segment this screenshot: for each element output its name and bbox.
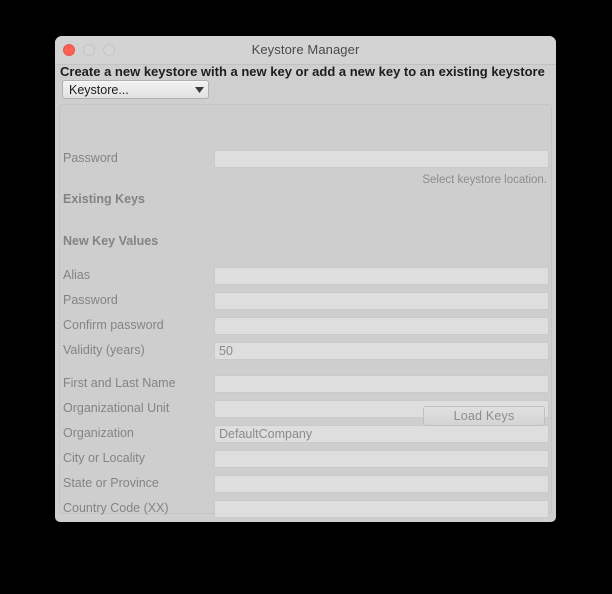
row-keystore-password: Password — [60, 149, 551, 171]
confirm-password-label: Confirm password — [63, 318, 164, 332]
row-city-or-locality: City or Locality — [60, 449, 551, 471]
row-confirm-password: Confirm password — [60, 316, 551, 338]
row-organization: Organization DefaultCompany — [60, 424, 551, 446]
keystore-password-label: Password — [63, 151, 118, 165]
new-key-values-heading: New Key Values — [63, 234, 159, 248]
city-or-locality-input[interactable] — [214, 450, 549, 468]
existing-keys-heading: Existing Keys — [63, 192, 145, 206]
alias-label: Alias — [63, 268, 91, 282]
row-new-password: Password — [60, 291, 551, 313]
row-state-or-province: State or Province — [60, 474, 551, 496]
new-password-input[interactable] — [214, 292, 549, 310]
organizational-unit-label: Organizational Unit — [63, 401, 170, 415]
confirm-password-input[interactable] — [214, 317, 549, 335]
row-first-last-name: First and Last Name — [60, 374, 551, 396]
row-validity: Validity (years) 50 — [60, 341, 551, 363]
alias-input[interactable] — [214, 267, 549, 285]
first-last-name-input[interactable] — [214, 375, 549, 393]
organization-label: Organization — [63, 426, 134, 440]
validity-input[interactable]: 50 — [214, 342, 549, 360]
keystore-dropdown[interactable]: Keystore... — [62, 80, 209, 99]
state-or-province-label: State or Province — [63, 476, 159, 490]
country-code-label: Country Code (XX) — [63, 501, 169, 515]
keystore-password-input[interactable] — [214, 150, 549, 168]
load-keys-button[interactable]: Load Keys — [423, 406, 545, 426]
keystore-manager-window: Keystore Manager Create a new keystore w… — [55, 36, 556, 522]
keystore-dropdown-value: Keystore... — [69, 82, 129, 97]
window-title: Keystore Manager — [251, 42, 360, 57]
content-panel: Password Select keystore location. Exist… — [59, 104, 552, 518]
new-password-label: Password — [63, 293, 118, 307]
title-bar: Keystore Manager — [55, 36, 556, 65]
headline-text: Create a new keystore with a new key or … — [60, 64, 545, 79]
first-last-name-label: First and Last Name — [63, 376, 176, 390]
chevron-down-icon — [190, 86, 208, 93]
row-alias: Alias — [60, 266, 551, 288]
organization-input[interactable]: DefaultCompany — [214, 425, 549, 443]
city-or-locality-label: City or Locality — [63, 451, 145, 465]
validity-label: Validity (years) — [63, 343, 145, 357]
keystore-location-hint: Select keystore location. — [422, 174, 547, 186]
row-country-code: Country Code (XX) — [60, 499, 551, 521]
country-code-input[interactable] — [214, 500, 549, 518]
state-or-province-input[interactable] — [214, 475, 549, 493]
